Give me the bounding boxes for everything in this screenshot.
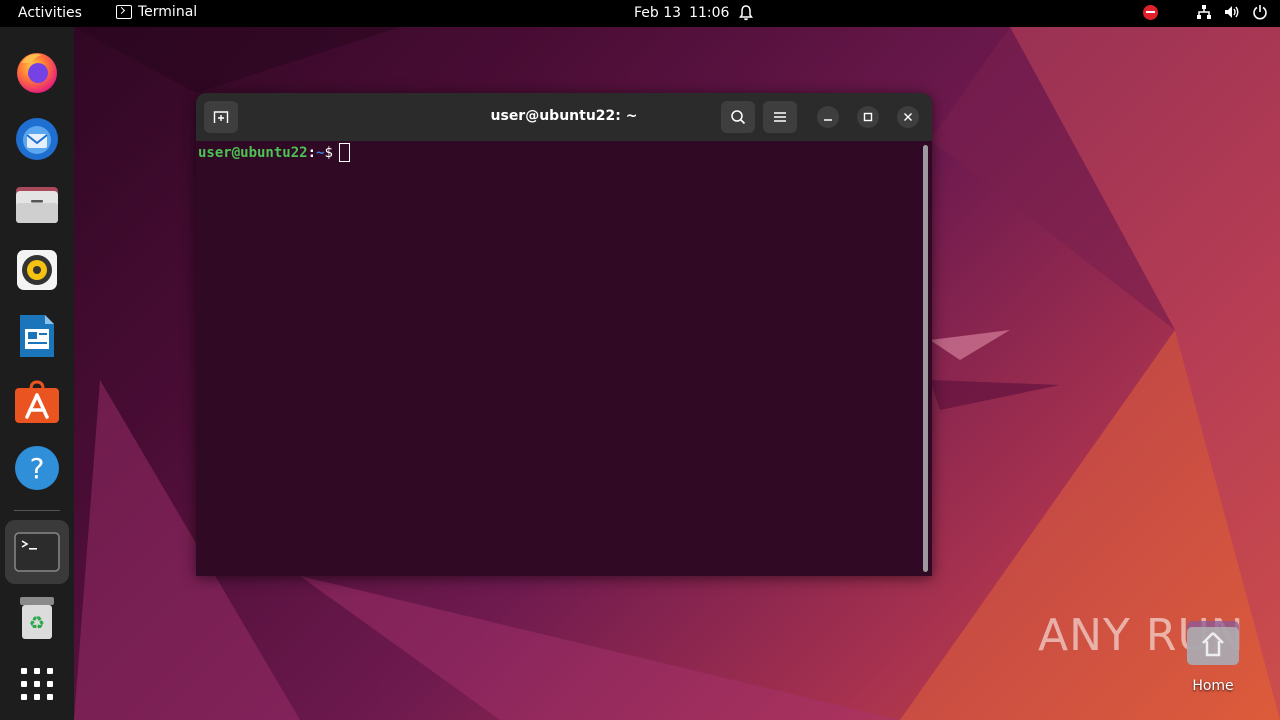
show-applications-button[interactable] <box>5 652 69 716</box>
svg-text:♻: ♻ <box>29 613 45 634</box>
help-launcher[interactable]: ? <box>5 436 69 500</box>
terminal-output[interactable]: user@ubuntu22: ~ $ <box>196 141 932 576</box>
app-center-icon <box>15 380 59 423</box>
scrollbar[interactable] <box>923 145 928 572</box>
bell-icon <box>739 5 753 21</box>
activities-button[interactable]: Activities <box>18 5 82 21</box>
dock: ? ♻ <box>0 27 74 720</box>
prompt-line: user@ubuntu22: ~ $ <box>198 143 350 162</box>
dock-separator <box>14 510 60 511</box>
thunderbird-icon <box>16 118 58 160</box>
files-icon <box>16 187 58 223</box>
trash-launcher[interactable]: ♻ <box>5 586 69 650</box>
search-icon <box>731 110 746 125</box>
system-tray[interactable] <box>1143 4 1268 20</box>
maximize-icon <box>863 112 873 122</box>
app-center-launcher[interactable] <box>5 370 69 434</box>
prompt-user: user@ubuntu22 <box>198 144 308 161</box>
search-button[interactable] <box>721 101 755 133</box>
help-icon: ? <box>15 446 59 490</box>
svg-text:?: ? <box>30 452 45 485</box>
home-folder-desktop-icon[interactable] <box>1184 618 1242 668</box>
prompt-colon: : <box>307 144 317 161</box>
power-icon <box>1253 5 1267 20</box>
hamburger-menu-icon <box>774 112 786 122</box>
files-launcher[interactable] <box>5 172 69 236</box>
firefox-launcher[interactable] <box>5 40 69 104</box>
close-button[interactable] <box>897 106 919 128</box>
thunderbird-launcher[interactable] <box>5 106 69 170</box>
clock-time: 11:06 <box>689 5 730 21</box>
clock[interactable]: Feb 13 11:06 <box>634 5 729 21</box>
minimize-button[interactable] <box>817 106 839 128</box>
terminal-headerbar[interactable]: user@ubuntu22: ~ <box>196 93 932 141</box>
rhythmbox-launcher[interactable] <box>5 238 69 302</box>
stop-icon[interactable] <box>1143 4 1158 20</box>
top-bar: Activities Terminal Feb 13 11:06 <box>0 0 1280 27</box>
terminal-window[interactable]: user@ubuntu22: ~ user@ubuntu22: ~ $ <box>196 93 932 576</box>
app-menu-label: Terminal <box>138 4 198 20</box>
terminal-launcher[interactable] <box>5 520 69 584</box>
terminal-icon <box>116 5 132 19</box>
firefox-icon <box>17 53 57 93</box>
menu-button[interactable] <box>763 101 797 133</box>
prompt-symbol: $ <box>324 144 333 161</box>
writer-icon <box>20 315 54 357</box>
prompt-path: ~ <box>316 144 325 161</box>
trash-icon: ♻ <box>20 597 54 639</box>
home-folder-icon <box>1187 621 1239 665</box>
app-menu[interactable]: Terminal <box>116 4 197 20</box>
terminal-icon <box>14 532 60 572</box>
maximize-button[interactable] <box>857 106 879 128</box>
volume-icon <box>1225 6 1239 18</box>
home-folder-label: Home <box>1192 678 1234 694</box>
rhythmbox-icon <box>17 250 57 290</box>
grid-icon <box>21 668 53 700</box>
writer-launcher[interactable] <box>5 304 69 368</box>
clock-date: Feb 13 <box>634 5 682 21</box>
text-cursor <box>338 143 350 162</box>
minimize-icon <box>824 119 832 121</box>
network-icon <box>1197 5 1211 19</box>
close-icon <box>904 113 912 121</box>
